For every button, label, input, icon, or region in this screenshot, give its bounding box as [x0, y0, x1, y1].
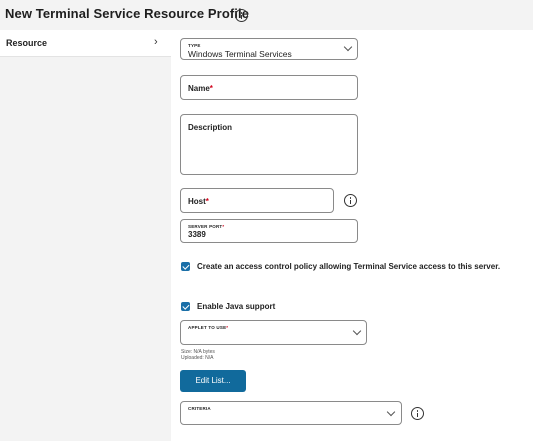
- type-value: Windows Terminal Services: [188, 49, 292, 59]
- page-title: New Terminal Service Resource Profile: [5, 6, 250, 21]
- criteria-select[interactable]: CRITERIA: [180, 401, 402, 425]
- sidebar-item-resource[interactable]: Resource ›: [0, 30, 171, 57]
- chevron-right-icon: ›: [154, 36, 158, 48]
- info-icon[interactable]: [411, 407, 424, 420]
- name-field[interactable]: Name*: [180, 75, 358, 100]
- type-select[interactable]: TYPE Windows Terminal Services: [180, 38, 358, 60]
- info-icon[interactable]: [235, 9, 248, 22]
- chevron-down-icon: [343, 42, 353, 52]
- sidebar: Resource ›: [0, 30, 171, 441]
- edit-list-button[interactable]: Edit List...: [180, 370, 246, 392]
- criteria-label: CRITERIA: [188, 406, 211, 411]
- sidebar-item-label: Resource: [6, 38, 48, 48]
- name-placeholder: Name*: [188, 84, 213, 93]
- server-port-value: 3389: [188, 230, 206, 239]
- host-placeholder: Host*: [188, 197, 209, 206]
- java-support-label: Enable Java support: [197, 302, 276, 311]
- java-support-checkbox[interactable]: [181, 302, 190, 311]
- server-port-label: SERVER PORT*: [188, 224, 225, 229]
- description-placeholder: Description: [188, 123, 233, 132]
- type-label: TYPE: [188, 43, 201, 48]
- applet-select[interactable]: APPLET TO USE*: [180, 320, 367, 345]
- form-panel: TYPE Windows Terminal Services Name* Des…: [171, 30, 533, 441]
- host-field[interactable]: Host*: [180, 188, 334, 213]
- info-icon[interactable]: [344, 194, 357, 207]
- applet-meta: Size: N/A bytes Uploaded: N/A: [181, 349, 215, 361]
- access-policy-checkbox[interactable]: [181, 262, 190, 271]
- applet-label: APPLET TO USE*: [188, 325, 229, 330]
- applet-uploaded: Uploaded: N/A: [181, 355, 214, 361]
- chevron-down-icon: [352, 326, 362, 336]
- description-field[interactable]: Description: [180, 114, 358, 175]
- page-header: New Terminal Service Resource Profile: [0, 0, 533, 30]
- chevron-down-icon: [386, 407, 396, 417]
- access-policy-label: Create an access control policy allowing…: [197, 262, 501, 271]
- server-port-field[interactable]: SERVER PORT* 3389: [180, 219, 358, 243]
